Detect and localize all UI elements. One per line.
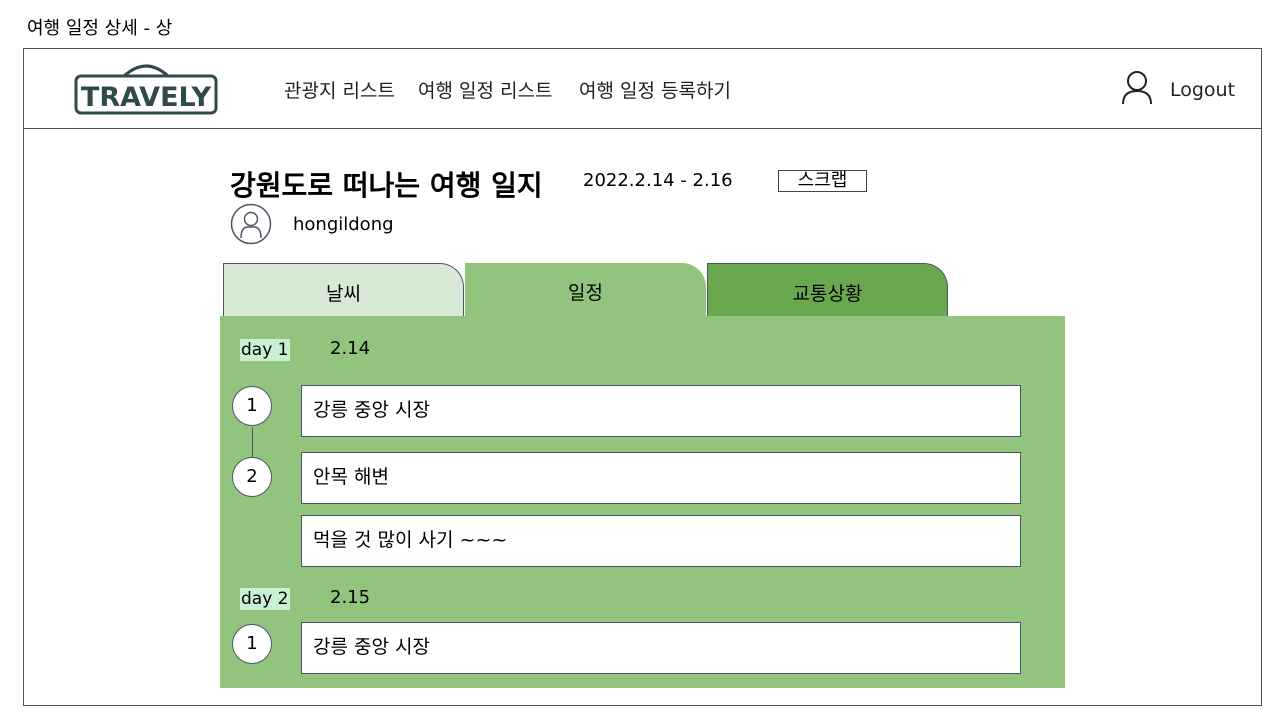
day-date: 2.15 <box>330 587 371 608</box>
stop-connector <box>252 427 253 457</box>
author-name: hongildong <box>293 214 394 235</box>
page-caption: 여행 일정 상세 - 상 <box>27 18 173 39</box>
stop-place[interactable]: 강릉 중앙 시장 <box>301 622 1021 674</box>
day-label: day 1 <box>240 339 290 361</box>
scrap-button[interactable]: 스크랩 <box>778 170 867 192</box>
trip-dates: 2022.2.14 - 2.16 <box>583 170 733 191</box>
author-avatar-icon <box>230 203 272 245</box>
day-date: 2.14 <box>330 338 371 359</box>
tab-schedule[interactable]: 일정 <box>465 263 706 318</box>
stop-place[interactable]: 강릉 중앙 시장 <box>301 385 1021 437</box>
stop-note[interactable]: 먹을 것 많이 사기 ~~~ <box>301 515 1021 567</box>
stop-number: 1 <box>232 386 272 426</box>
nav-attractions-list[interactable]: 관광지 리스트 <box>284 76 395 103</box>
travely-logo[interactable]: TRAVELY <box>74 62 218 116</box>
header-divider <box>23 128 1262 129</box>
day-label: day 2 <box>240 588 290 610</box>
logout-link[interactable]: Logout <box>1170 79 1235 101</box>
user-icon[interactable] <box>1120 70 1154 106</box>
trip-title: 강원도로 떠나는 여행 일지 <box>230 169 543 202</box>
stop-place[interactable]: 안목 해변 <box>301 452 1021 504</box>
nav-trip-list[interactable]: 여행 일정 리스트 <box>418 76 552 103</box>
stop-number: 2 <box>232 457 272 497</box>
logo-text: TRAVELY <box>81 82 212 113</box>
nav-trip-register[interactable]: 여행 일정 등록하기 <box>579 76 731 103</box>
tab-traffic[interactable]: 교통상황 <box>707 263 948 318</box>
stop-number: 1 <box>232 624 272 664</box>
tab-weather[interactable]: 날씨 <box>223 263 464 318</box>
